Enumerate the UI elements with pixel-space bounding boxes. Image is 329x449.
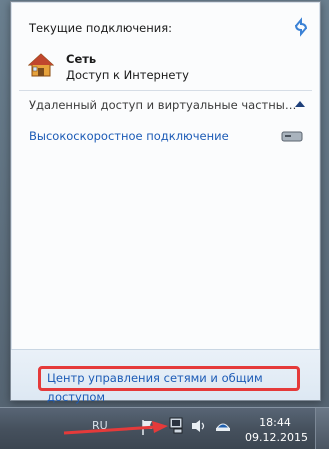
network-flyout: Текущие подключения: Сеть Доступ к Интер… [10,1,321,404]
flyout-title: Текущие подключения: [29,21,173,35]
clock-time: 18:44 [259,416,291,429]
update-center-icon[interactable] [214,418,232,434]
network-status: Доступ к Интернету [66,68,189,82]
annotation-arrow [63,421,168,435]
clock[interactable]: 18:44 09.12.2015 [245,415,308,445]
volume-icon[interactable] [190,418,208,434]
connection-item-highspeed[interactable]: Высокоскоростное подключение [29,129,229,143]
network-icon[interactable] [168,416,186,436]
network-center-link[interactable]: Центр управления сетями и общим доступом [38,366,300,404]
network-name: Сеть [66,52,97,66]
clock-date: 09.12.2015 [245,431,308,444]
divider [19,90,312,91]
section-title-remote-access[interactable]: Удаленный доступ и виртуальные частные с… [29,98,297,112]
flyout-header: Текущие подключения: Сеть Доступ к Интер… [11,2,320,90]
show-desktop-button[interactable] [315,408,329,449]
chevron-up-icon[interactable] [294,99,306,109]
refresh-icon[interactable] [291,17,311,37]
home-network-icon [28,53,54,77]
flyout-footer: Центр управления сетями и общим доступом [11,349,320,404]
modem-icon [281,131,303,142]
